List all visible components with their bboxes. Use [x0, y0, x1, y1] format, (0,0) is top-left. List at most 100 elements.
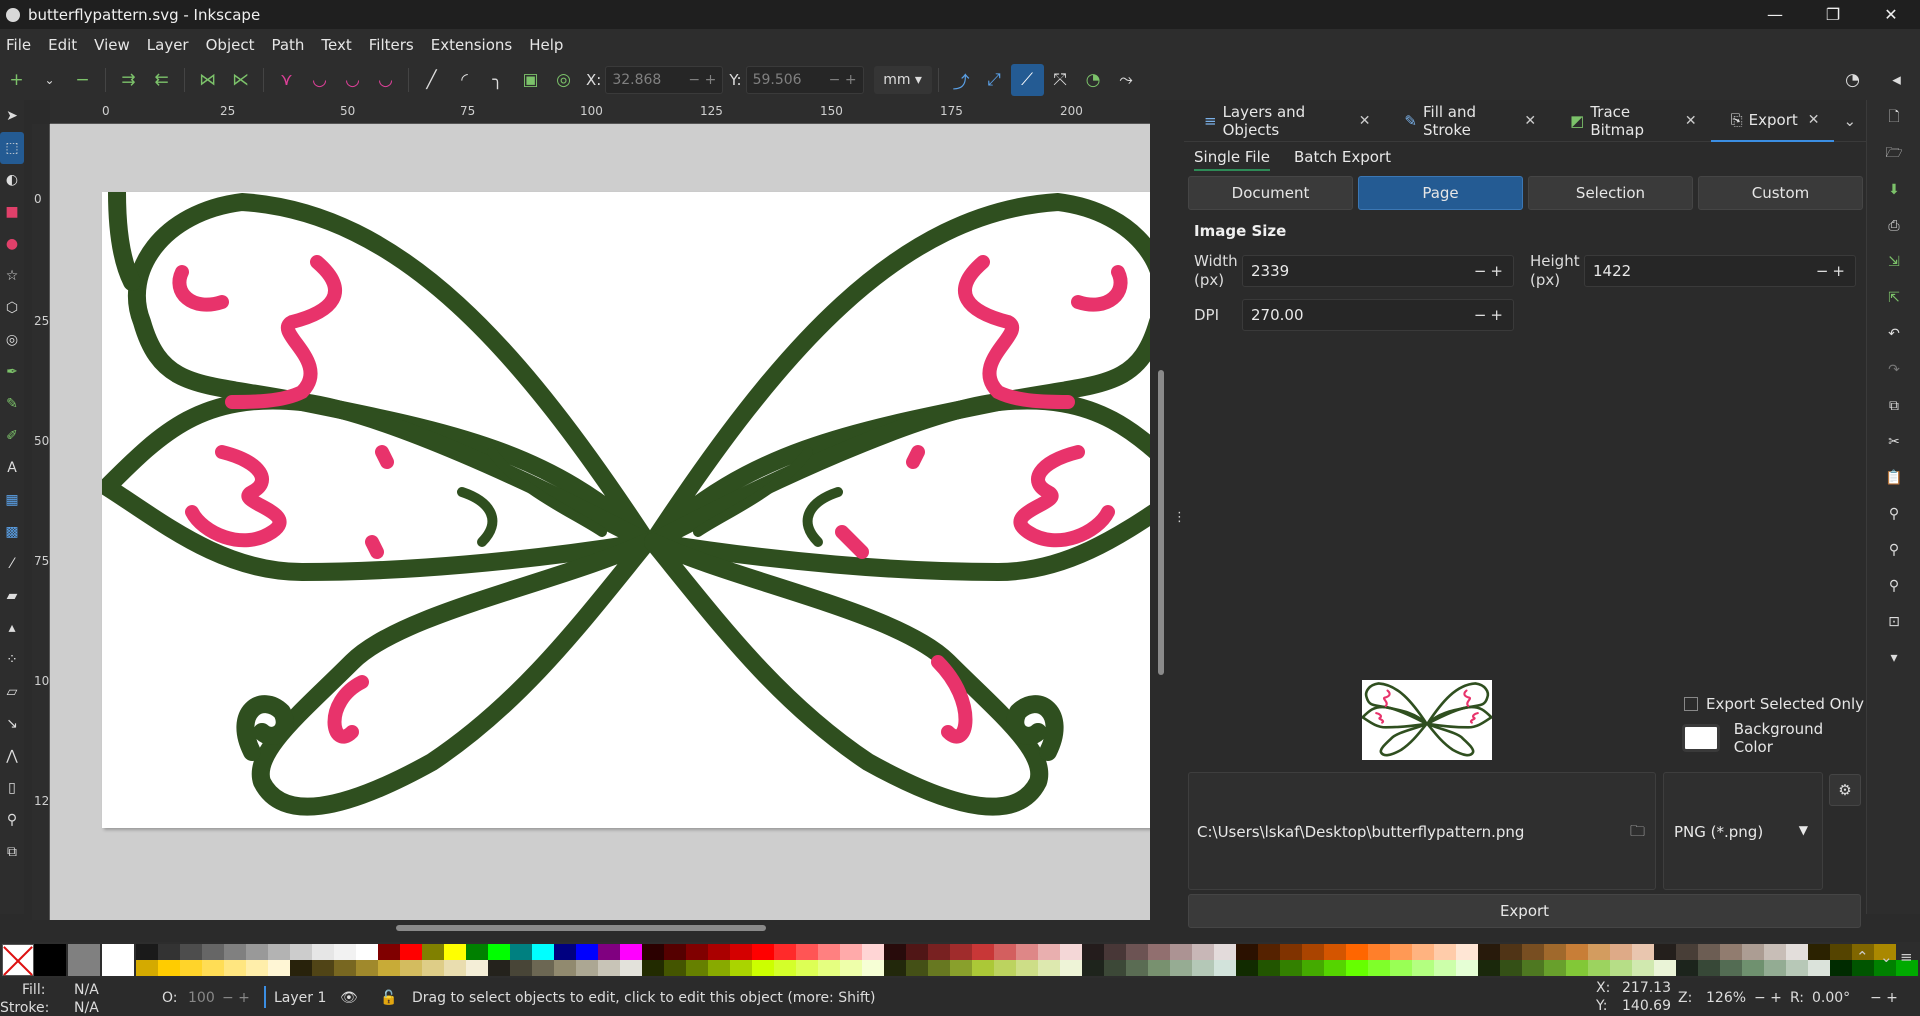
palette-swatch[interactable] — [686, 944, 708, 960]
paste-icon[interactable]: 📋 — [1867, 460, 1920, 496]
zoom-center-icon[interactable]: ⊡ — [1867, 604, 1920, 640]
palette-swatch[interactable] — [202, 944, 224, 960]
segment-line-icon[interactable]: ╱ — [415, 64, 448, 96]
background-color-swatch[interactable] — [1682, 724, 1720, 752]
palette-swatch[interactable] — [840, 960, 862, 976]
palette-swatch[interactable] — [598, 960, 620, 976]
delete-node-icon[interactable]: − — [66, 64, 99, 96]
palette-swatch[interactable] — [620, 960, 642, 976]
palette-swatch[interactable] — [1742, 944, 1764, 960]
palette-swatch[interactable] — [224, 944, 246, 960]
palette-swatch[interactable] — [488, 960, 510, 976]
tweak-brush-tool-icon[interactable]: ▴ — [0, 612, 24, 644]
palette-swatch[interactable] — [290, 944, 312, 960]
area-custom-button[interactable]: Custom — [1698, 176, 1863, 210]
palette-swatch[interactable] — [1742, 960, 1764, 976]
palette-swatch[interactable] — [554, 960, 576, 976]
palette-swatch[interactable] — [884, 944, 906, 960]
node-tool-icon[interactable]: ⬚ — [0, 132, 24, 164]
vertical-scrollbar[interactable] — [1158, 370, 1164, 675]
palette-swatch[interactable] — [642, 944, 664, 960]
palette-swatch[interactable] — [818, 960, 840, 976]
palette-swatch[interactable] — [1192, 944, 1214, 960]
palette-swatch[interactable] — [1148, 960, 1170, 976]
palette-swatch[interactable] — [1280, 944, 1302, 960]
palette-swatch[interactable] — [972, 960, 994, 976]
minimize-button[interactable]: — — [1746, 0, 1804, 29]
single-file-tab[interactable]: Single File — [1194, 148, 1270, 171]
star-tool-icon[interactable]: ☆ — [0, 260, 24, 292]
save-document-icon[interactable]: ⬇ — [1867, 172, 1920, 208]
palette-swatch[interactable] — [1170, 960, 1192, 976]
palette-swatch[interactable] — [994, 960, 1016, 976]
path-outline-icon[interactable]: ⤳ — [1110, 64, 1143, 96]
copy-icon[interactable]: ⧉ — [1867, 388, 1920, 424]
y-input[interactable]: 59.506 − + — [745, 66, 864, 94]
folder-open-icon[interactable]: 🗀 — [1630, 821, 1645, 846]
palette-swatch[interactable] — [356, 960, 378, 976]
palette-swatch[interactable] — [686, 960, 708, 976]
palette-swatch[interactable] — [1698, 944, 1720, 960]
join-nodes-icon[interactable]: ⇉ — [112, 64, 145, 96]
tab-export[interactable]: ⎘ Export ✕ — [1710, 100, 1834, 142]
palette-swatch[interactable] — [1368, 944, 1390, 960]
layer-lock-icon[interactable]: 🔓 — [380, 990, 397, 1006]
gradient-tool-icon[interactable]: ▦ — [0, 484, 24, 516]
opacity-stepper[interactable]: − + — [222, 990, 250, 1006]
palette-swatch[interactable] — [1346, 960, 1368, 976]
palette-swatch[interactable] — [1346, 944, 1368, 960]
rotation-stepper[interactable]: − + — [1870, 990, 1898, 1006]
palette-swatch[interactable] — [1104, 944, 1126, 960]
palette-swatch[interactable] — [334, 960, 356, 976]
collapse-commands-icon[interactable]: ◂ — [1880, 64, 1913, 96]
tweak-tool-icon[interactable]: ◐ — [0, 164, 24, 196]
palette-swatch[interactable] — [1060, 944, 1082, 960]
palette-swatch[interactable] — [1016, 944, 1038, 960]
area-document-button[interactable]: Document — [1188, 176, 1353, 210]
palette-swatch[interactable] — [1610, 960, 1632, 976]
palette-swatch[interactable] — [554, 944, 576, 960]
palette-swatch[interactable] — [1104, 960, 1126, 976]
palette-swatch[interactable] — [312, 944, 334, 960]
checkbox-box[interactable] — [1684, 697, 1698, 711]
palette-swatch[interactable] — [1016, 960, 1038, 976]
palette-swatch[interactable] — [510, 960, 532, 976]
palette-swatch[interactable] — [1786, 960, 1808, 976]
menu-edit[interactable]: Edit — [48, 36, 77, 54]
spiral-tool-icon[interactable]: ◎ — [0, 324, 24, 356]
palette-swatch[interactable] — [1786, 944, 1808, 960]
zoom-tool-icon[interactable]: ⚲ — [0, 804, 24, 836]
palette-swatch[interactable] — [620, 944, 642, 960]
measure-tool-icon[interactable]: ⧉ — [0, 836, 24, 868]
palette-swatch[interactable] — [1038, 960, 1060, 976]
palette-swatch[interactable] — [1302, 960, 1324, 976]
palette-swatch-white[interactable] — [102, 944, 134, 976]
palette-swatch[interactable] — [1522, 960, 1544, 976]
current-layer[interactable]: Layer 1 — [274, 990, 326, 1006]
x-stepper[interactable]: − + — [688, 72, 716, 88]
ellipse-tool-icon[interactable]: ● — [0, 228, 24, 260]
menu-text[interactable]: Text — [321, 36, 351, 54]
palette-swatch[interactable] — [1566, 960, 1588, 976]
palette-swatch[interactable] — [1434, 944, 1456, 960]
palette-swatch[interactable] — [246, 944, 268, 960]
palette-swatch[interactable] — [422, 944, 444, 960]
text-tool-icon[interactable]: A — [0, 452, 24, 484]
palette-swatch[interactable] — [1390, 960, 1412, 976]
rectangle-tool-icon[interactable]: ■ — [0, 196, 24, 228]
palette-swatch[interactable] — [290, 960, 312, 976]
palette-swatch[interactable] — [1676, 944, 1698, 960]
area-page-button[interactable]: Page — [1358, 176, 1523, 210]
undo-icon[interactable]: ↶ — [1867, 316, 1920, 352]
palette-swatch[interactable] — [598, 944, 620, 960]
palette-swatch[interactable] — [312, 960, 334, 976]
zoom-drawing-icon[interactable]: ⚲ — [1867, 532, 1920, 568]
export-button[interactable]: Export — [1188, 894, 1861, 928]
palette-swatch[interactable] — [1588, 944, 1610, 960]
eraser-tool-icon[interactable]: ▱ — [0, 676, 24, 708]
palette-swatch[interactable] — [1478, 944, 1500, 960]
palette-swatch[interactable] — [1302, 944, 1324, 960]
palette-swatch[interactable] — [1522, 944, 1544, 960]
palette-swatch[interactable] — [1060, 960, 1082, 976]
show-handles-icon[interactable]: ⟋ — [1010, 64, 1044, 96]
